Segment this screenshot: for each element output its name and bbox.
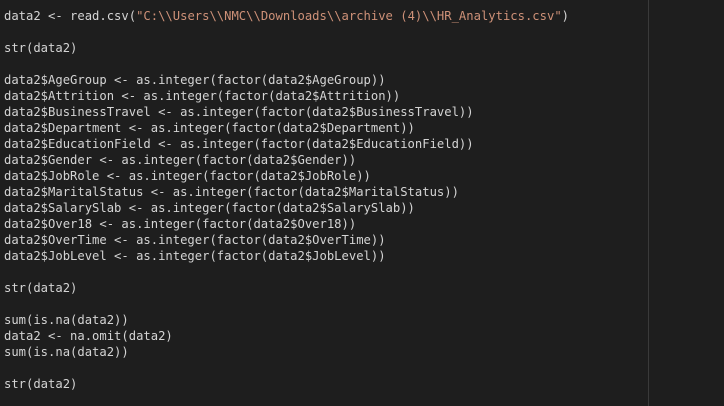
code-text: str(data2)	[4, 41, 78, 55]
code-line-1[interactable]: data2 <- read.csv("C:\\Users\\NMC\\Downl…	[4, 8, 644, 24]
vertical-ruler	[648, 0, 649, 406]
code-line-22[interactable]: sum(is.na(data2))	[4, 344, 644, 360]
code-text: data2$Attrition <- as.integer(factor(dat…	[4, 89, 401, 103]
code-line-17[interactable]	[4, 264, 644, 280]
code-text: data2$BusinessTravel <- as.integer(facto…	[4, 105, 474, 119]
code-line-9[interactable]: data2$EducationField <- as.integer(facto…	[4, 136, 644, 152]
code-text: data2$JobRole <- as.integer(factor(data2…	[4, 169, 371, 183]
code-line-7[interactable]: data2$BusinessTravel <- as.integer(facto…	[4, 104, 644, 120]
code-line-21[interactable]: data2 <- na.omit(data2)	[4, 328, 644, 344]
code-line-15[interactable]: data2$OverTime <- as.integer(factor(data…	[4, 232, 644, 248]
code-line-19[interactable]	[4, 296, 644, 312]
code-line-16[interactable]: data2$JobLevel <- as.integer(factor(data…	[4, 248, 644, 264]
code-line-4[interactable]	[4, 56, 644, 72]
code-line-23[interactable]	[4, 360, 644, 376]
code-text: sum(is.na(data2))	[4, 313, 129, 327]
code-line-5[interactable]: data2$AgeGroup <- as.integer(factor(data…	[4, 72, 644, 88]
code-line-24[interactable]: str(data2)	[4, 376, 644, 392]
code-text: data2$MaritalStatus <- as.integer(factor…	[4, 185, 459, 199]
code-text: data2$JobLevel <- as.integer(factor(data…	[4, 249, 386, 263]
code-text: sum(is.na(data2))	[4, 345, 129, 359]
code-line-13[interactable]: data2$SalarySlab <- as.integer(factor(da…	[4, 200, 644, 216]
code-text: data2 <- na.omit(data2)	[4, 329, 173, 343]
code-line-3[interactable]: str(data2)	[4, 40, 644, 56]
code-line-12[interactable]: data2$MaritalStatus <- as.integer(factor…	[4, 184, 644, 200]
code-line-11[interactable]: data2$JobRole <- as.integer(factor(data2…	[4, 168, 644, 184]
code-text: data2$OverTime <- as.integer(factor(data…	[4, 233, 386, 247]
code-line-6[interactable]: data2$Attrition <- as.integer(factor(dat…	[4, 88, 644, 104]
code-editor[interactable]: data2 <- read.csv("C:\\Users\\NMC\\Downl…	[0, 0, 724, 406]
code-text: data2$Gender <- as.integer(factor(data2$…	[4, 153, 357, 167]
code-area[interactable]: data2 <- read.csv("C:\\Users\\NMC\\Downl…	[4, 8, 644, 392]
code-text: )	[561, 9, 569, 23]
code-line-14[interactable]: data2$Over18 <- as.integer(factor(data2$…	[4, 216, 644, 232]
code-text: data2$Over18 <- as.integer(factor(data2$…	[4, 217, 357, 231]
code-line-10[interactable]: data2$Gender <- as.integer(factor(data2$…	[4, 152, 644, 168]
code-text: data2 <- read.csv(	[4, 9, 137, 23]
code-text: str(data2)	[4, 377, 78, 391]
string-literal: "C:\\Users\\NMC\\Downloads\\archive (4)\…	[136, 9, 562, 23]
code-text: data2$AgeGroup <- as.integer(factor(data…	[4, 73, 386, 87]
code-text: data2$EducationField <- as.integer(facto…	[4, 137, 474, 151]
code-text: data2$SalarySlab <- as.integer(factor(da…	[4, 201, 415, 215]
code-line-20[interactable]: sum(is.na(data2))	[4, 312, 644, 328]
code-text: str(data2)	[4, 281, 78, 295]
code-text: data2$Department <- as.integer(factor(da…	[4, 121, 415, 135]
code-line-18[interactable]: str(data2)	[4, 280, 644, 296]
code-line-2[interactable]	[4, 24, 644, 40]
code-line-8[interactable]: data2$Department <- as.integer(factor(da…	[4, 120, 644, 136]
